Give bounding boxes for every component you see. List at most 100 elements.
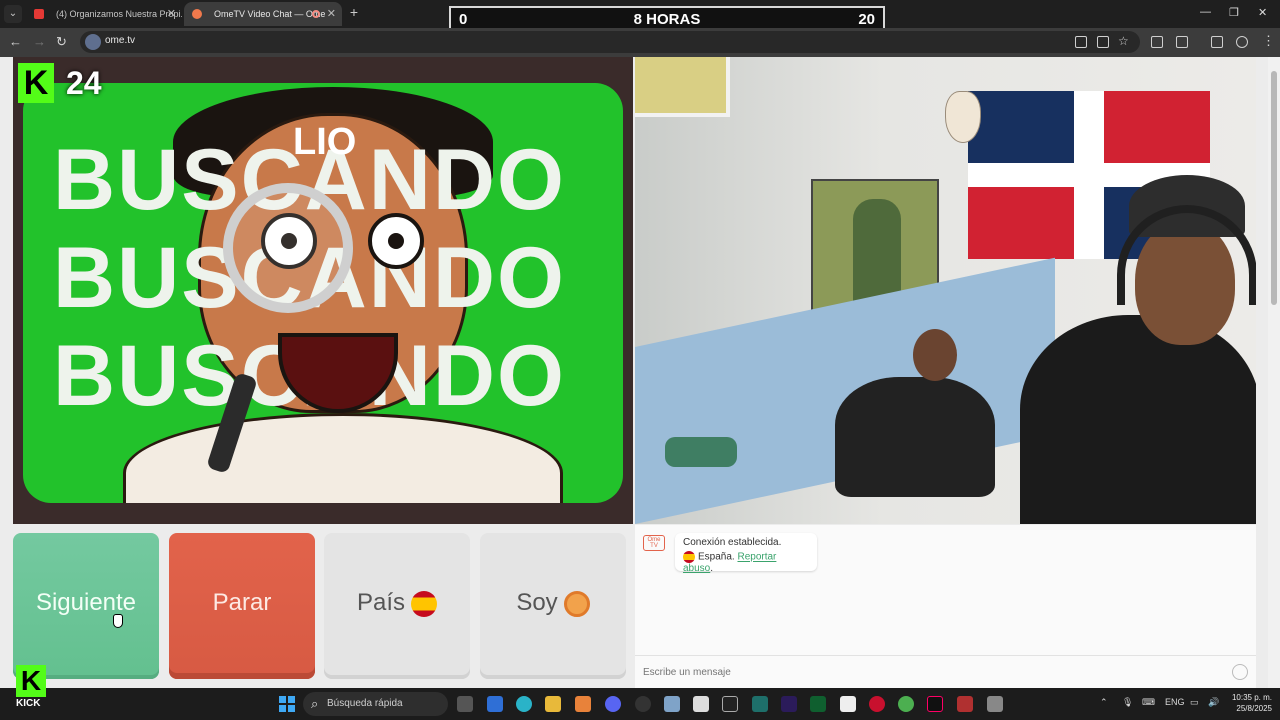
discord-icon[interactable]: [605, 696, 621, 712]
mouse-cursor-icon: [113, 614, 123, 628]
media-icon[interactable]: [869, 696, 885, 712]
clock-time: 10:35 p. m.: [1231, 693, 1272, 702]
emoji-icon[interactable]: [1232, 664, 1248, 680]
person-lying-head: [913, 329, 957, 381]
back-icon[interactable]: ←: [9, 34, 22, 50]
store-icon[interactable]: [487, 696, 503, 712]
restore-icon[interactable]: ❐: [1229, 6, 1239, 19]
kick-label: KICK: [16, 698, 41, 709]
spain-flag-icon: [411, 590, 438, 617]
room-window: [635, 57, 730, 117]
app-icon[interactable]: [664, 696, 680, 712]
thumbnail-name: LIO: [293, 121, 357, 163]
windows-taskbar: Búsqueda rápida ⌃ 🎙 ⌨ ENG ▭ 🔊 10:35 p. m…: [0, 688, 1280, 720]
magnifying-glass-icon: [223, 183, 353, 313]
recording-icon: [312, 10, 320, 18]
country-label: País: [356, 589, 406, 616]
close-icon[interactable]: ✕: [167, 2, 176, 26]
premiere-icon[interactable]: [781, 696, 797, 712]
language-indicator[interactable]: ENG: [1165, 697, 1185, 707]
extension-icon[interactable]: [1151, 36, 1163, 48]
close-icon[interactable]: ✕: [327, 2, 336, 26]
app-icon[interactable]: [957, 696, 973, 712]
next-button[interactable]: Siguiente: [13, 533, 159, 679]
local-video: BUSCANDO BUSCANDO BUSCANDO LIO K 24: [13, 57, 633, 524]
notepad-icon[interactable]: [693, 696, 709, 712]
boy-emoji-icon: [563, 590, 590, 617]
gender-button[interactable]: Soy: [480, 533, 626, 679]
kick-count: 24: [66, 65, 102, 101]
task-view-icon[interactable]: [457, 696, 473, 712]
app-icon[interactable]: [575, 696, 591, 712]
puzzle-icon[interactable]: [1176, 36, 1188, 48]
system-message: Conexión establecida. España. Reportar a…: [675, 533, 817, 574]
menu-icon[interactable]: ⋮: [1262, 33, 1275, 49]
edge-icon[interactable]: [516, 696, 532, 712]
url-text: ome.tv: [105, 35, 136, 46]
partner-video: [635, 57, 1256, 524]
next-label: Siguiente: [35, 589, 137, 616]
obs-icon[interactable]: [635, 696, 651, 712]
chrome-icon[interactable]: [898, 696, 914, 712]
tab-title: (4) Organizamos Nuestra Propi...: [56, 9, 182, 19]
ometv-favicon-icon: [192, 9, 202, 19]
translate-icon[interactable]: [1097, 36, 1109, 48]
page-scrollbar[interactable]: [1268, 57, 1280, 688]
person-lying-body: [835, 377, 995, 497]
new-tab-button[interactable]: +: [346, 4, 362, 20]
towel: [665, 437, 737, 467]
file-explorer-icon[interactable]: [545, 696, 561, 712]
ometv-logo-icon: Ome TV: [643, 535, 665, 551]
taskbar-search[interactable]: Búsqueda rápida: [303, 692, 448, 716]
ometv-page: BUSCANDO BUSCANDO BUSCANDO LIO K 24: [0, 57, 1280, 688]
tab-ometv[interactable]: OmeTV Video Chat — Ome ✕: [184, 2, 342, 26]
message-bar: [635, 655, 1256, 688]
partner-country: España.: [698, 551, 735, 563]
score-center: 8 HORAS: [633, 11, 701, 28]
connection-status: Conexión establecida.: [683, 537, 782, 548]
tab-youtube[interactable]: (4) Organizamos Nuestra Propi... ✕: [26, 2, 182, 26]
report-suffix: .: [710, 563, 714, 574]
minimize-icon[interactable]: —: [1200, 6, 1211, 18]
tab-title: OmeTV Video Chat — Ome: [214, 9, 326, 19]
app-icon[interactable]: [810, 696, 826, 712]
gender-label: Soy: [516, 589, 558, 616]
clock[interactable]: 10:35 p. m. 25/8/2025: [1232, 692, 1272, 714]
country-button[interactable]: País: [324, 533, 470, 679]
tab-list-icon[interactable]: ⌄: [4, 5, 22, 23]
spain-flag-icon: [683, 551, 695, 563]
volume-icon[interactable]: 🔊: [1208, 697, 1219, 708]
message-input[interactable]: [643, 662, 1223, 682]
chat-panel: Ome TV Conexión establecida. España. Rep…: [635, 525, 1256, 688]
document-icon[interactable]: [840, 696, 856, 712]
windows-start-icon[interactable]: [279, 696, 295, 712]
reading-list-icon[interactable]: [1211, 36, 1223, 48]
chevron-up-icon[interactable]: ⌃: [1100, 697, 1108, 708]
profile-avatar[interactable]: [1236, 36, 1248, 48]
keyboard-icon[interactable]: ⌨: [1142, 697, 1155, 708]
close-window-icon[interactable]: ✕: [1258, 6, 1267, 19]
forward-icon[interactable]: →: [33, 34, 46, 50]
epic-games-icon[interactable]: [722, 696, 738, 712]
youtube-favicon-icon: [34, 9, 44, 19]
address-bar[interactable]: ome.tv: [80, 31, 1140, 53]
reload-icon[interactable]: ↻: [56, 34, 67, 50]
network-icon[interactable]: ▭: [1190, 697, 1199, 708]
search-placeholder: Búsqueda rápida: [327, 698, 403, 709]
score-right: 20: [858, 11, 875, 28]
scrollbar-thumb[interactable]: [1271, 71, 1277, 305]
cast-icon[interactable]: [1075, 36, 1087, 48]
stop-button[interactable]: Parar: [169, 533, 315, 679]
cartoon-shirt: [123, 413, 563, 503]
kick-badge: K 24: [18, 61, 118, 105]
stop-label: Parar: [212, 589, 272, 616]
browser-toolbar: ← → ↻ ome.tv ☆ ⋮: [0, 28, 1280, 57]
kick-watermark: K KICK: [16, 665, 50, 713]
site-info-icon[interactable]: [85, 34, 101, 50]
dali-mask: [945, 91, 981, 143]
app-icon[interactable]: [987, 696, 1003, 712]
tiktok-icon[interactable]: [927, 696, 943, 712]
microphone-icon[interactable]: 🎙: [1122, 697, 1133, 708]
bookmark-star-icon[interactable]: ☆: [1118, 33, 1129, 49]
app-icon[interactable]: [752, 696, 768, 712]
